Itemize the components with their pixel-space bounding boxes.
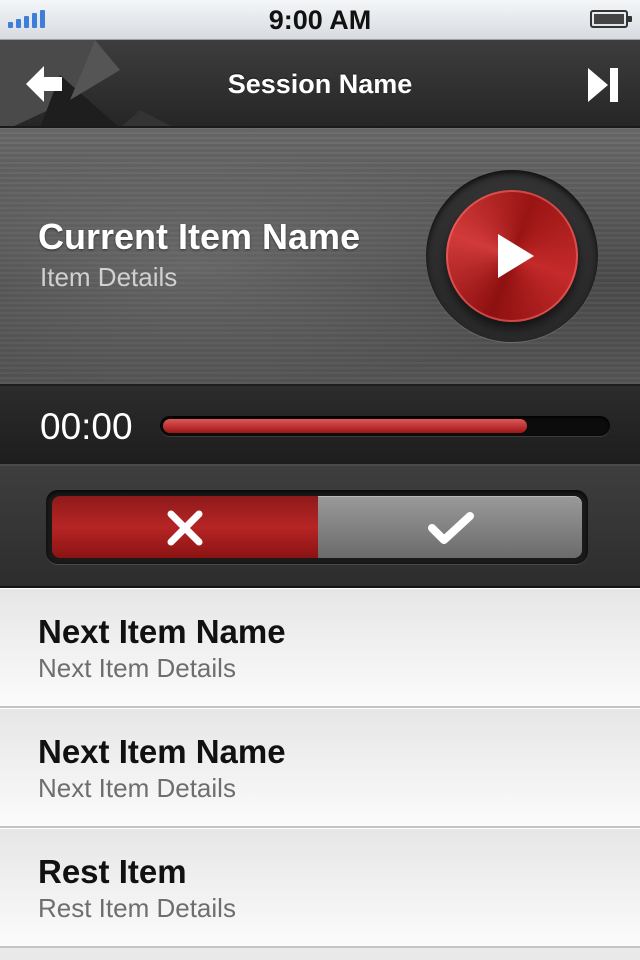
progress-slider[interactable] bbox=[160, 416, 610, 436]
page-title: Session Name bbox=[227, 69, 413, 99]
current-item-details: Item Details bbox=[40, 262, 178, 292]
list-item-name: Next Item Name bbox=[38, 733, 286, 770]
list-item[interactable]: Next Item Name Next Item Details bbox=[0, 708, 640, 828]
up-next-list: Next Item Name Next Item Details Next It… bbox=[0, 588, 640, 948]
segmented-control bbox=[46, 490, 588, 564]
back-button[interactable] bbox=[26, 66, 66, 102]
list-item[interactable]: Next Item Name Next Item Details bbox=[0, 588, 640, 708]
skip-next-icon bbox=[588, 68, 618, 102]
list-item-details: Rest Item Details bbox=[38, 893, 236, 923]
list-item-name: Next Item Name bbox=[38, 613, 286, 650]
nav-bar: Session Name bbox=[0, 40, 640, 128]
check-icon bbox=[428, 512, 474, 544]
skip-button[interactable] bbox=[588, 68, 618, 102]
play-button-ring bbox=[426, 170, 598, 342]
status-bar: 9:00 AM bbox=[0, 0, 640, 40]
battery-icon bbox=[590, 10, 632, 28]
accept-button[interactable] bbox=[318, 496, 582, 558]
progress-band: 00:00 bbox=[0, 386, 640, 466]
progress-fill bbox=[163, 419, 527, 433]
list-item-name: Rest Item bbox=[38, 853, 187, 890]
close-icon bbox=[167, 510, 203, 546]
now-playing-panel: Current Item Name Item Details bbox=[0, 128, 640, 386]
list-item-details: Next Item Details bbox=[38, 773, 236, 803]
play-icon bbox=[498, 234, 534, 278]
list-item-details: Next Item Details bbox=[38, 653, 236, 683]
play-button[interactable] bbox=[446, 190, 578, 322]
arrow-left-icon bbox=[26, 66, 62, 102]
reject-button[interactable] bbox=[52, 496, 318, 558]
current-item-name: Current Item Name bbox=[38, 216, 361, 257]
toggle-band bbox=[0, 466, 640, 588]
list-item[interactable]: Rest Item Rest Item Details bbox=[0, 828, 640, 948]
status-time: 9:00 AM bbox=[268, 5, 372, 35]
elapsed-time: 00:00 bbox=[40, 406, 133, 447]
